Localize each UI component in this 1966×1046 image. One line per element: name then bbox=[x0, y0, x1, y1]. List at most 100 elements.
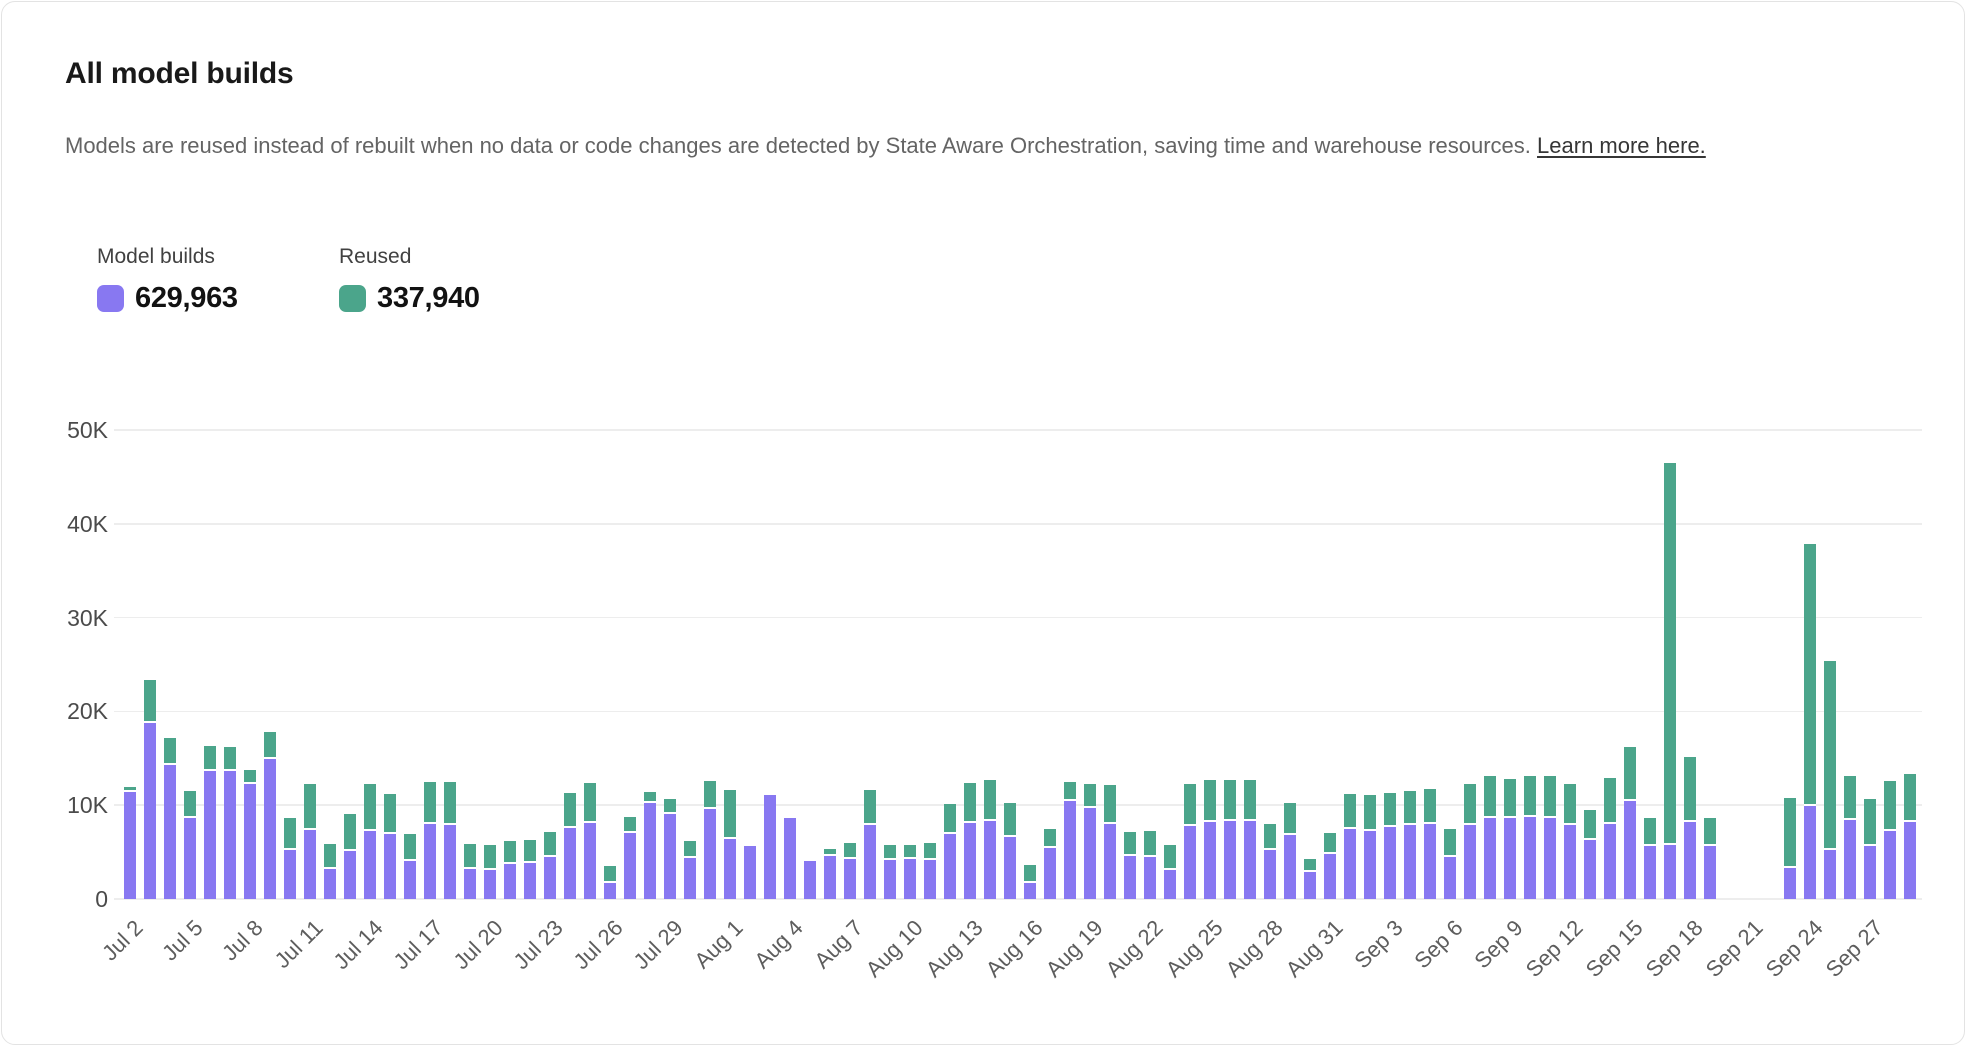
bar-sep-10[interactable] bbox=[1524, 776, 1536, 899]
page-title: All model builds bbox=[65, 57, 293, 91]
bar-jul-27[interactable] bbox=[624, 817, 636, 899]
bar-sep-2[interactable] bbox=[1364, 795, 1376, 899]
bar-jul-5[interactable] bbox=[184, 791, 196, 899]
bar-sep-11[interactable] bbox=[1544, 776, 1556, 899]
bar-aug-19[interactable] bbox=[1084, 784, 1096, 899]
bar-aug-2[interactable] bbox=[744, 846, 756, 899]
bar-jul-11[interactable] bbox=[304, 784, 316, 899]
bar-aug-7[interactable] bbox=[844, 843, 856, 899]
bar-aug-9[interactable] bbox=[884, 845, 896, 899]
bar-aug-22[interactable] bbox=[1144, 831, 1156, 899]
reused-segment bbox=[1364, 795, 1376, 829]
bar-jul-25[interactable] bbox=[584, 783, 596, 899]
bar-sep-1[interactable] bbox=[1344, 794, 1356, 899]
bar-aug-23[interactable] bbox=[1164, 845, 1176, 900]
bar-aug-4[interactable] bbox=[784, 818, 796, 899]
bar-sep-14[interactable] bbox=[1604, 778, 1616, 899]
bar-sep-29[interactable] bbox=[1904, 774, 1916, 899]
bar-sep-26[interactable] bbox=[1844, 776, 1856, 899]
bar-aug-8[interactable] bbox=[864, 790, 876, 899]
reused-segment bbox=[364, 784, 376, 829]
bar-sep-23[interactable] bbox=[1784, 798, 1796, 899]
bar-jul-10[interactable] bbox=[284, 818, 296, 899]
bar-aug-11[interactable] bbox=[924, 843, 936, 899]
bar-aug-31[interactable] bbox=[1324, 833, 1336, 899]
bar-jul-23[interactable] bbox=[544, 832, 556, 899]
bar-aug-1[interactable] bbox=[724, 790, 736, 899]
bar-sep-18[interactable] bbox=[1684, 757, 1696, 899]
bar-jul-18[interactable] bbox=[444, 782, 456, 899]
bar-aug-28[interactable] bbox=[1264, 824, 1276, 899]
description: Models are reused instead of rebuilt whe… bbox=[65, 129, 1815, 162]
bar-jul-31[interactable] bbox=[704, 781, 716, 899]
bar-jul-8[interactable] bbox=[244, 770, 256, 899]
bar-aug-13[interactable] bbox=[964, 783, 976, 899]
bar-sep-6[interactable] bbox=[1444, 829, 1456, 899]
bar-jul-15[interactable] bbox=[384, 794, 396, 899]
bar-sep-27[interactable] bbox=[1864, 799, 1876, 899]
bar-aug-10[interactable] bbox=[904, 845, 916, 899]
bar-jul-30[interactable] bbox=[684, 841, 696, 899]
bar-sep-9[interactable] bbox=[1504, 779, 1516, 899]
bar-aug-5[interactable] bbox=[804, 861, 816, 899]
bar-jul-6[interactable] bbox=[204, 746, 216, 899]
bar-jul-17[interactable] bbox=[424, 782, 436, 899]
bar-aug-29[interactable] bbox=[1284, 803, 1296, 899]
model-builds-segment bbox=[304, 830, 316, 899]
legend-value-row-reused: 337,940 bbox=[339, 282, 480, 315]
bar-sep-28[interactable] bbox=[1884, 781, 1896, 899]
model-builds-segment bbox=[524, 863, 536, 899]
bar-aug-18[interactable] bbox=[1064, 782, 1076, 899]
bar-jul-26[interactable] bbox=[604, 866, 616, 899]
bar-aug-30[interactable] bbox=[1304, 859, 1316, 899]
bar-sep-3[interactable] bbox=[1384, 793, 1396, 899]
bar-aug-14[interactable] bbox=[984, 780, 996, 899]
bar-sep-5[interactable] bbox=[1424, 789, 1436, 899]
bar-aug-12[interactable] bbox=[944, 804, 956, 899]
bar-jul-24[interactable] bbox=[564, 793, 576, 899]
bar-jul-16[interactable] bbox=[404, 834, 416, 899]
bar-sep-12[interactable] bbox=[1564, 784, 1576, 899]
bar-jul-2[interactable] bbox=[124, 787, 136, 899]
bar-aug-26[interactable] bbox=[1224, 780, 1236, 899]
bar-jul-14[interactable] bbox=[364, 784, 376, 899]
bar-jul-21[interactable] bbox=[504, 841, 516, 899]
bar-jul-28[interactable] bbox=[644, 792, 656, 899]
bar-sep-16[interactable] bbox=[1644, 818, 1656, 899]
bar-jul-12[interactable] bbox=[324, 844, 336, 899]
bar-jul-20[interactable] bbox=[484, 845, 496, 900]
bar-sep-13[interactable] bbox=[1584, 810, 1596, 899]
gridline-20K bbox=[114, 711, 1922, 713]
bar-jul-9[interactable] bbox=[264, 732, 276, 899]
bar-aug-27[interactable] bbox=[1244, 780, 1256, 899]
bar-jul-22[interactable] bbox=[524, 840, 536, 899]
reused-segment bbox=[1344, 794, 1356, 827]
bar-sep-15[interactable] bbox=[1624, 747, 1636, 899]
bar-aug-16[interactable] bbox=[1024, 865, 1036, 899]
bar-aug-21[interactable] bbox=[1124, 832, 1136, 899]
bar-aug-3[interactable] bbox=[764, 795, 776, 899]
bar-jul-19[interactable] bbox=[464, 844, 476, 899]
bar-sep-7[interactable] bbox=[1464, 784, 1476, 899]
bar-jul-4[interactable] bbox=[164, 738, 176, 899]
reused-segment bbox=[424, 782, 436, 822]
bar-sep-24[interactable] bbox=[1804, 544, 1816, 899]
bar-sep-4[interactable] bbox=[1404, 791, 1416, 899]
bar-sep-17[interactable] bbox=[1664, 463, 1676, 899]
bar-aug-25[interactable] bbox=[1204, 780, 1216, 899]
x-tick-label-aug-22: Aug 22 bbox=[1101, 915, 1169, 983]
bar-aug-6[interactable] bbox=[824, 849, 836, 899]
bar-jul-7[interactable] bbox=[224, 747, 236, 899]
bar-sep-19[interactable] bbox=[1704, 818, 1716, 899]
bar-jul-13[interactable] bbox=[344, 814, 356, 899]
bar-sep-25[interactable] bbox=[1824, 661, 1836, 899]
bar-aug-24[interactable] bbox=[1184, 784, 1196, 899]
bar-jul-29[interactable] bbox=[664, 799, 676, 899]
bar-sep-8[interactable] bbox=[1484, 776, 1496, 899]
bar-aug-15[interactable] bbox=[1004, 803, 1016, 899]
bar-aug-20[interactable] bbox=[1104, 785, 1116, 899]
bar-jul-3[interactable] bbox=[144, 680, 156, 899]
bar-aug-17[interactable] bbox=[1044, 829, 1056, 899]
learn-more-link[interactable]: Learn more here. bbox=[1537, 133, 1706, 158]
x-tick-label-jul-14: Jul 14 bbox=[328, 915, 388, 975]
